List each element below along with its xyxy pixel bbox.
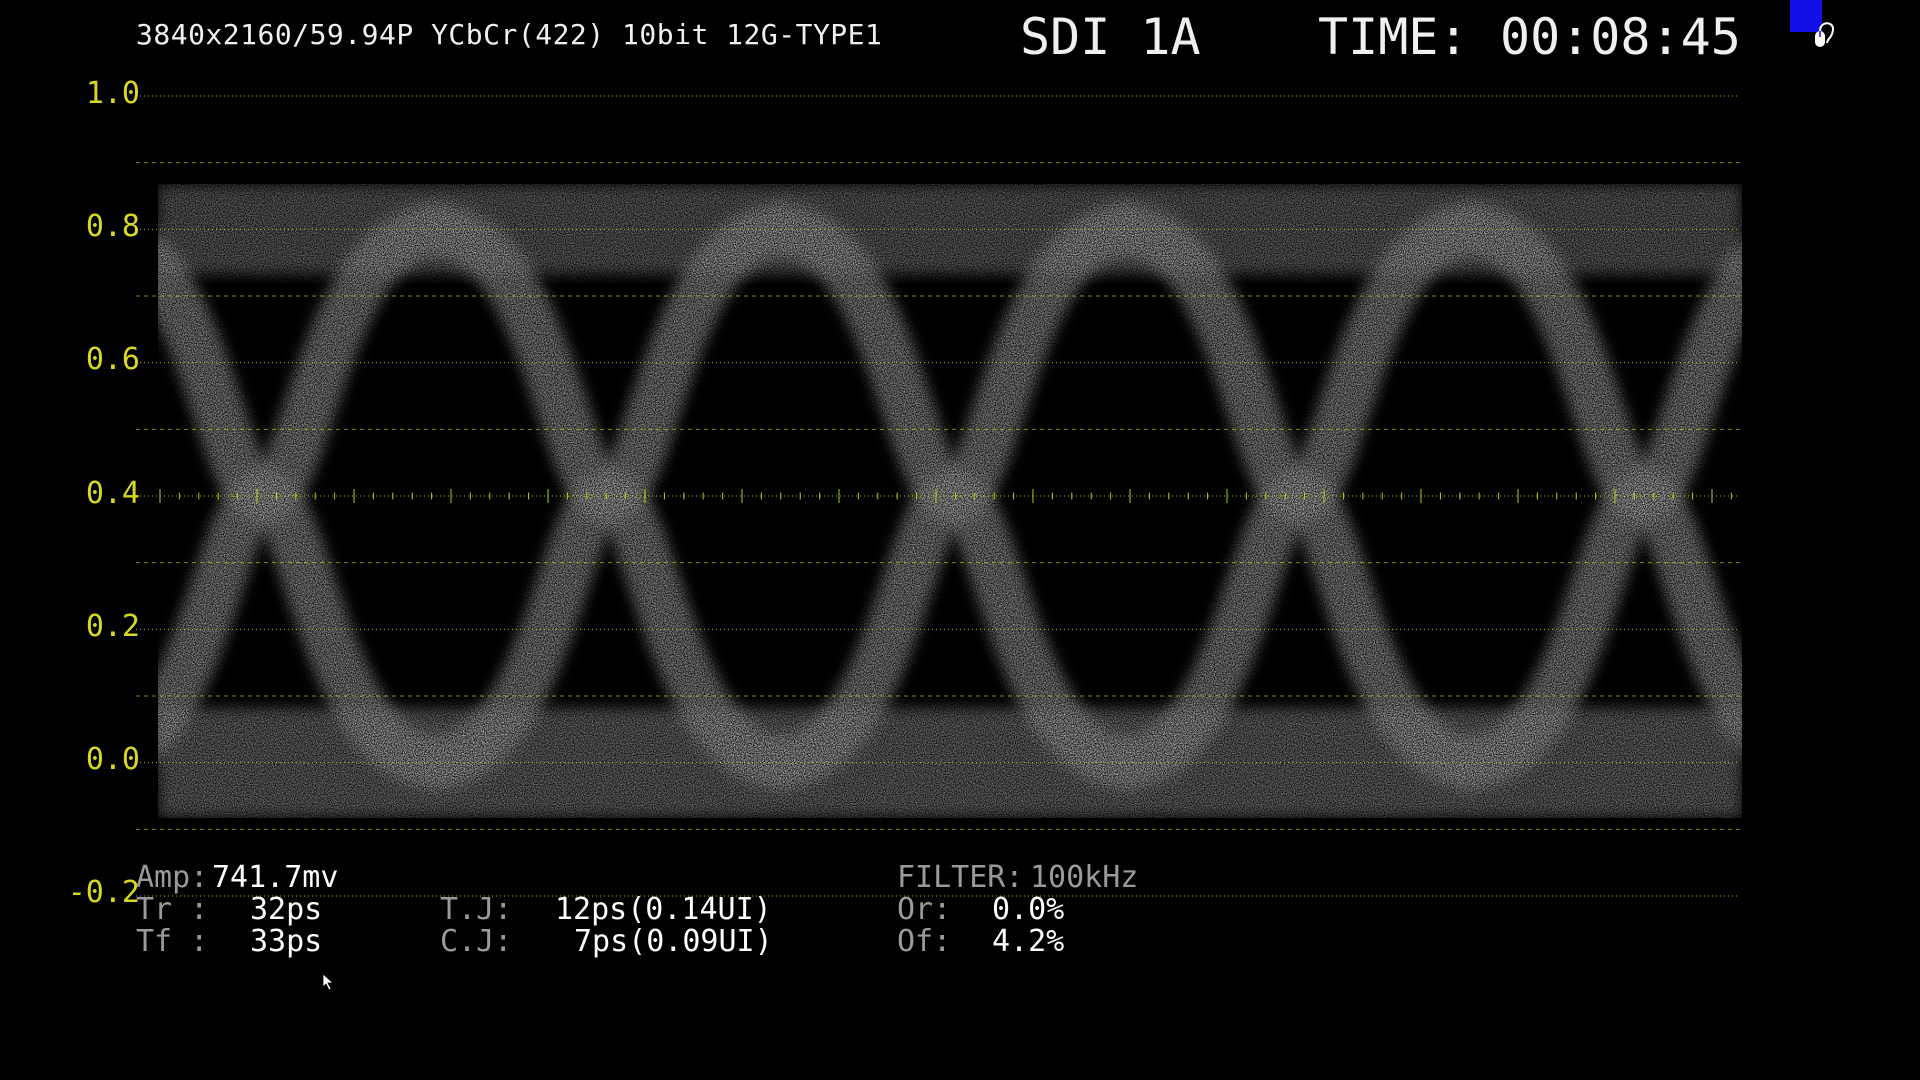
filter-label: FILTER: bbox=[897, 860, 1024, 895]
tj-value: 12ps(0.14UI) bbox=[555, 892, 772, 927]
tj-label: T.J: bbox=[440, 892, 513, 927]
y-tick-label: 0.2 bbox=[85, 609, 140, 644]
amp-value: 741.7mv bbox=[212, 860, 339, 895]
cj-value: 7ps(0.09UI) bbox=[574, 924, 773, 959]
tf-label: Tf : bbox=[136, 924, 209, 959]
tf-value: 33ps bbox=[250, 924, 323, 959]
y-tick-label: 0.8 bbox=[85, 209, 140, 244]
y-tick-label: 0.4 bbox=[85, 476, 140, 511]
tr-label: Tr : bbox=[136, 892, 209, 927]
eye-transition-trace bbox=[1119, 203, 1478, 789]
of-value: 4.2% bbox=[992, 924, 1065, 959]
cj-label: C.J: bbox=[440, 924, 513, 959]
y-tick-label: 1.0 bbox=[85, 76, 140, 111]
tr-value: 32ps bbox=[250, 892, 323, 927]
y-tick-label: 0.0 bbox=[85, 742, 140, 777]
eye-trace bbox=[158, 184, 1742, 818]
or-label: Or: bbox=[897, 892, 952, 927]
or-value: 0.0% bbox=[992, 892, 1065, 927]
y-tick-label: -0.2 bbox=[67, 875, 140, 910]
y-tick-label: 0.6 bbox=[85, 342, 140, 377]
of-label: Of: bbox=[897, 924, 952, 959]
amp-label: Amp: bbox=[136, 860, 209, 895]
cursor-icon bbox=[322, 973, 335, 991]
filter-value: 100kHz bbox=[1030, 860, 1139, 895]
